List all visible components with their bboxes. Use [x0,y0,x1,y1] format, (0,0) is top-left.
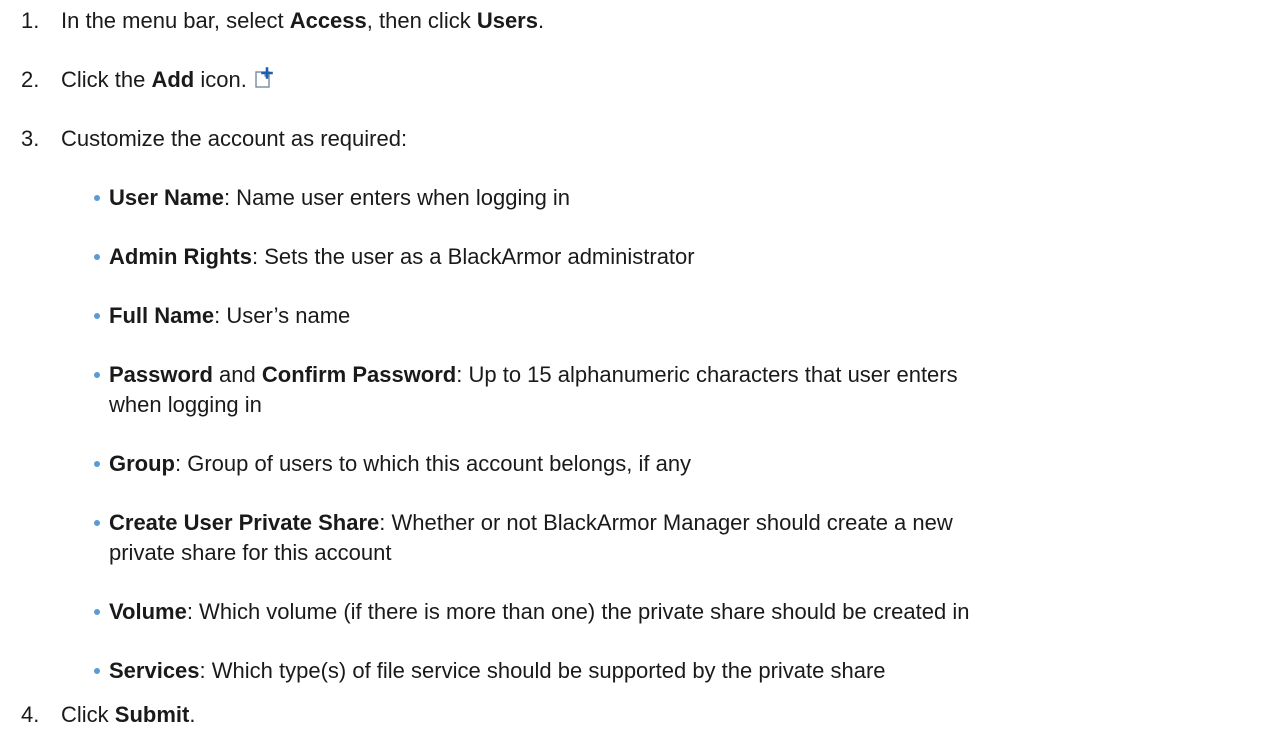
bullet-term: Confirm Password [261,362,457,387]
step-text: Click the Add icon. [61,65,275,97]
bullet-desc: and [212,362,262,387]
bullet-text: Password and Confirm Password: Up to 15 … [109,360,958,390]
bullet-dot [94,668,100,674]
step-text-part: , then click [366,8,477,33]
menu-access-label: Access [289,8,367,33]
bullet-desc: : Whether or not BlackArmor Manager shou… [379,510,953,535]
bullet-dot [94,195,100,201]
bullet-term: Create User Private Share [109,510,380,535]
add-label: Add [151,67,195,92]
bullet-desc: : Sets the user as a BlackArmor administ… [252,244,695,269]
bullet-term: Volume [109,599,187,624]
bullet-desc: : Which type(s) of file service should b… [199,658,886,683]
bullet-dot [94,609,100,615]
step-number: 3. [21,126,40,151]
step-text: Click Submit. [61,700,195,730]
bullet-dot [94,313,100,319]
bullet-text: User Name: Name user enters when logging… [109,183,570,213]
step-text-part: . [189,702,196,727]
bullet-text: Volume: Which volume (if there is more t… [109,597,969,627]
bullet-term: Password [109,362,213,387]
submit-label: Submit [114,702,190,727]
bullet-term: Admin Rights [109,244,252,269]
menu-users-label: Users [476,8,538,33]
bullet-text: Create User Private Share: Whether or no… [109,508,953,538]
step-text-part: icon. [194,67,247,92]
step-text: In the menu bar, select Access, then cli… [61,6,544,36]
bullet-desc: : Which volume (if there is more than on… [186,599,970,624]
bullet-text: Full Name: User’s name [109,301,350,331]
bullet-text: Services: Which type(s) of file service … [109,656,886,686]
step-number: 1. [21,8,40,33]
bullet-term: Services [109,658,200,683]
bullet-text: when logging in [109,392,262,417]
bullet-text: Group: Group of users to which this acco… [109,449,691,479]
bullet-term: Group [109,451,175,476]
step-number: 2. [21,67,40,92]
bullet-desc: : Group of users to which this account b… [175,451,692,476]
bullet-desc: : Up to 15 alphanumeric characters that … [456,362,958,387]
bullet-dot [94,254,100,260]
step-text-part: Click the [61,67,152,92]
step-number: 4. [21,702,40,727]
step-text-part: . [537,8,545,33]
bullet-dot [94,461,100,467]
bullet-text: private share for this account [109,540,392,565]
bullet-term: User Name [109,185,224,210]
bullet-desc: : User’s name [214,303,351,328]
step-text-part: In the menu bar, select [61,8,290,33]
step-text-part: Click [61,702,115,727]
bullet-text: Admin Rights: Sets the user as a BlackAr… [109,242,695,272]
step-text: Customize the account as required: [61,126,408,151]
bullet-term: Full Name [109,303,215,328]
bullet-dot [94,520,100,526]
add-document-icon [253,67,275,97]
bullet-desc: : Name user enters when logging in [223,185,571,210]
bullet-dot [94,372,100,378]
